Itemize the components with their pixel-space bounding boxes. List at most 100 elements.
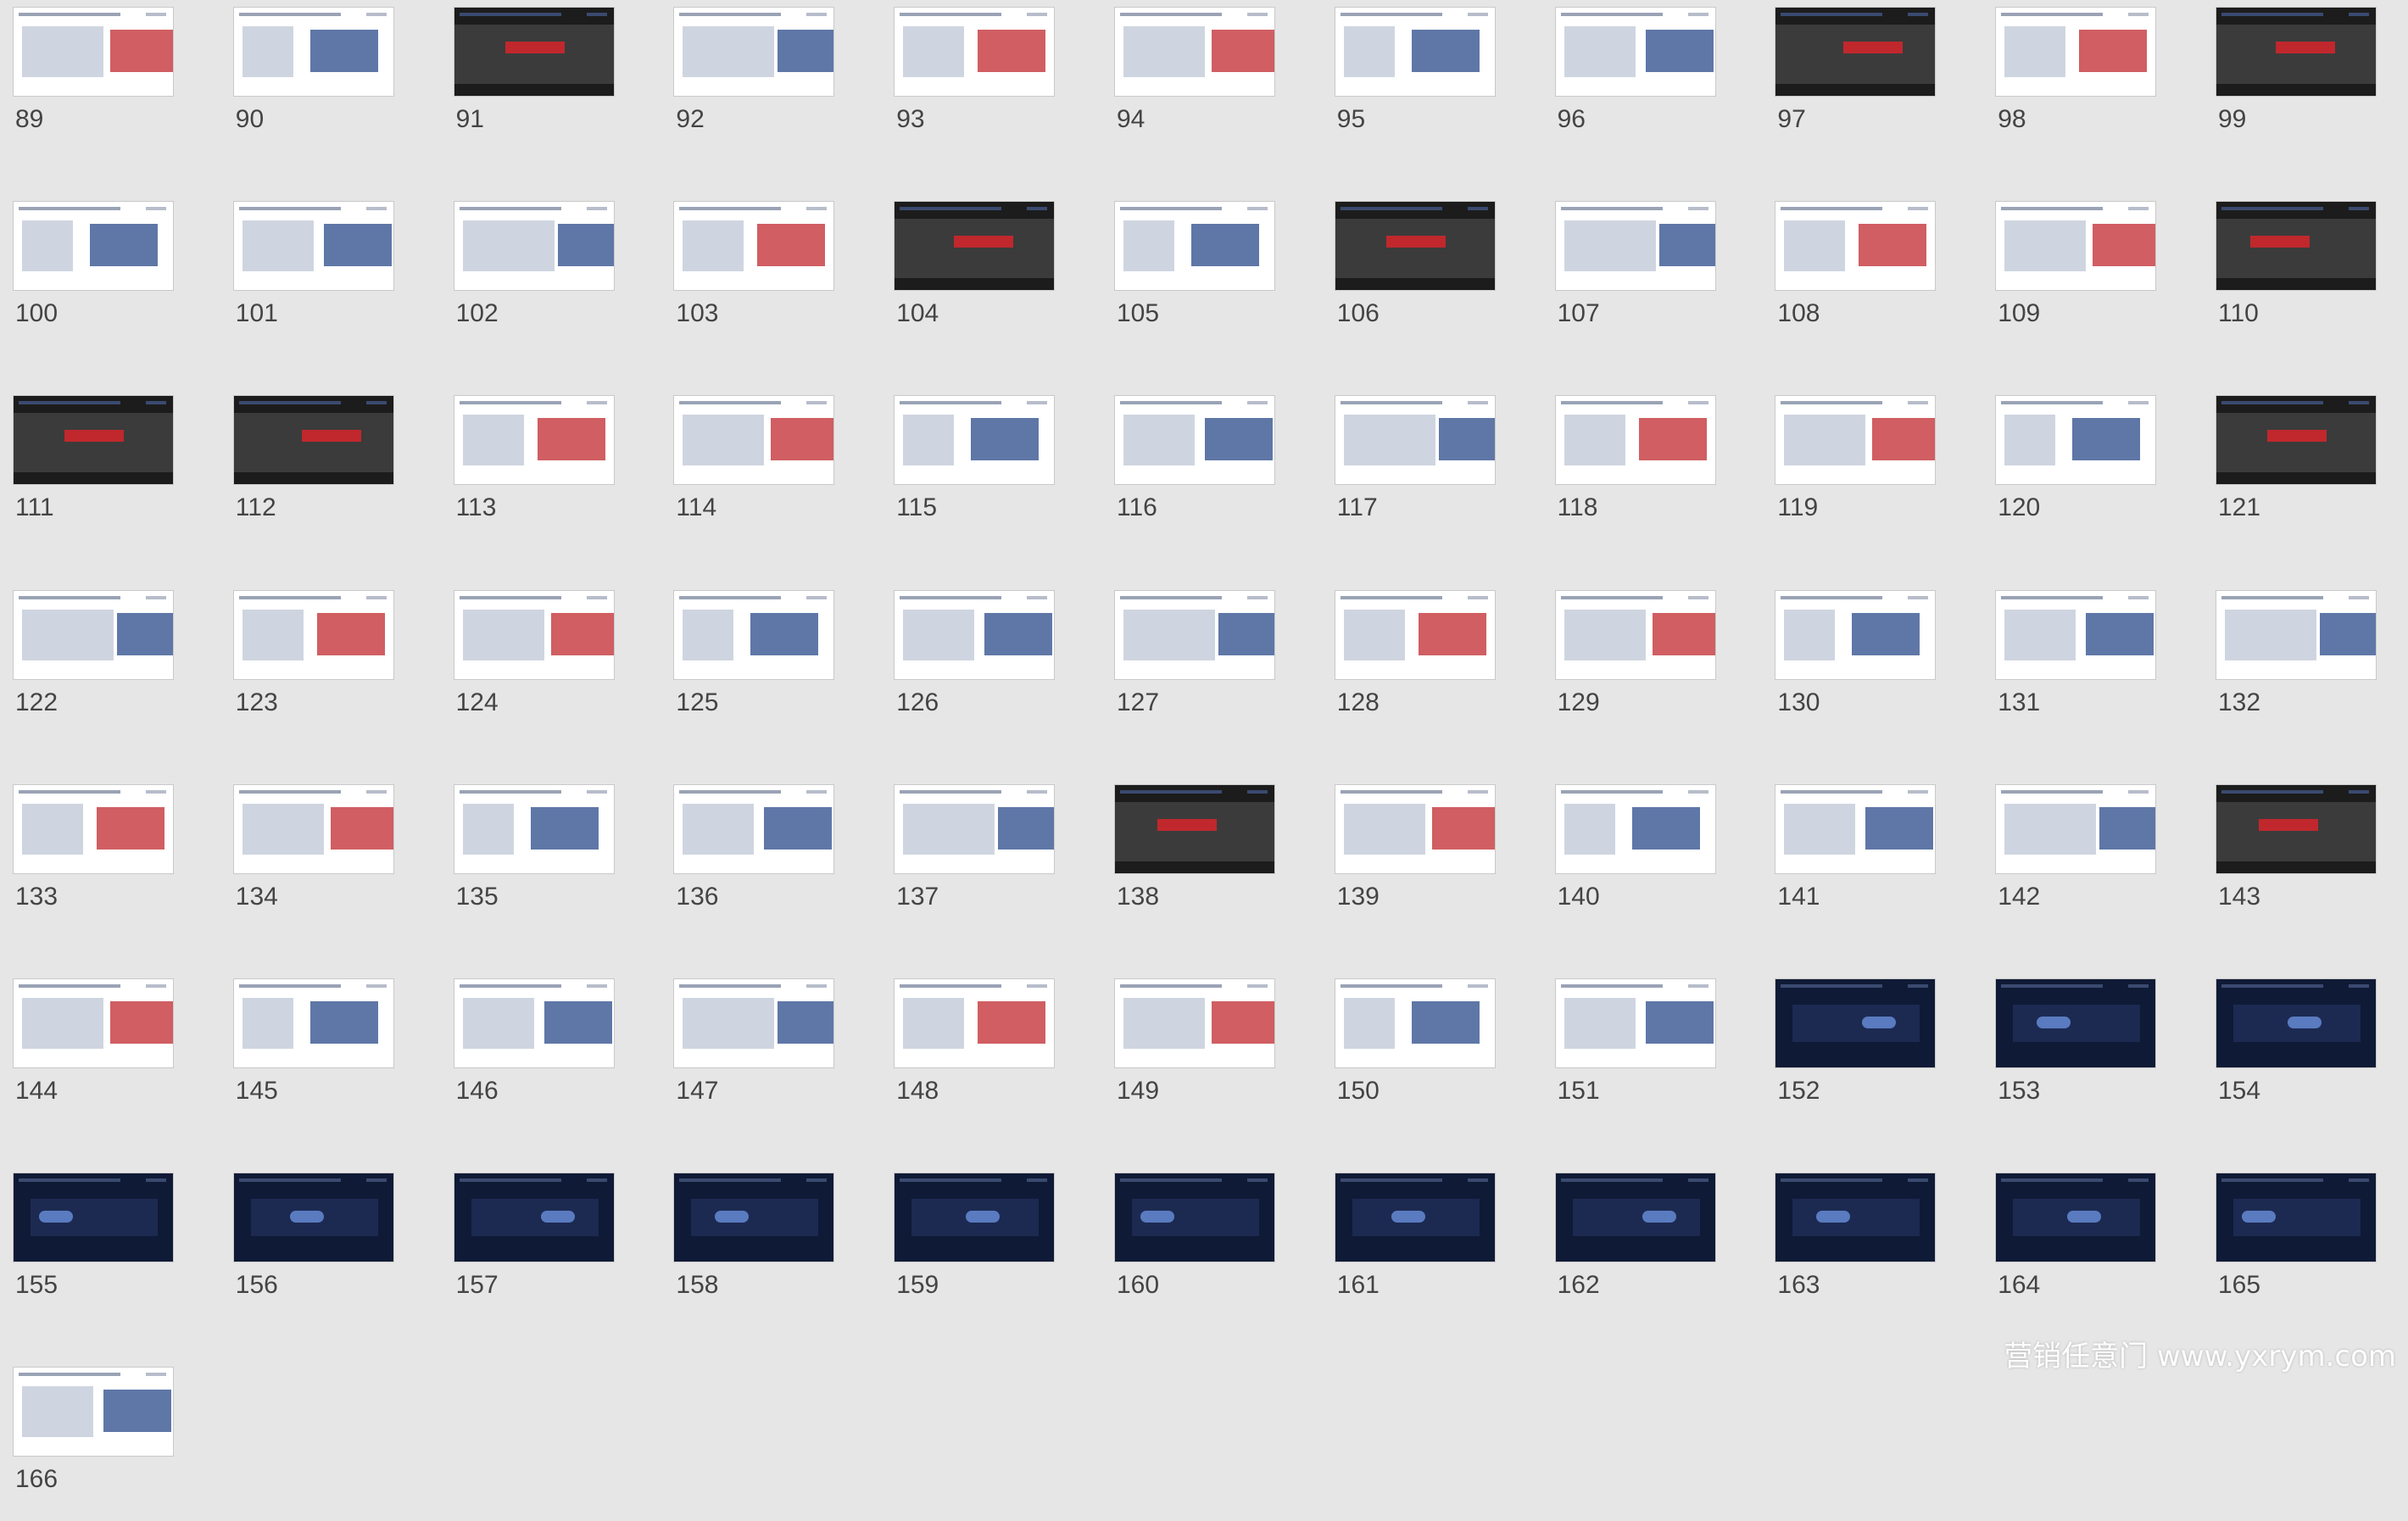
slide-thumbnail-135[interactable]: 135 [432, 777, 615, 939]
slide-thumbnail-145[interactable]: 145 [212, 972, 394, 1133]
slide-thumbnail-111[interactable]: 111 [0, 388, 174, 549]
slide-preview [894, 201, 1056, 292]
slide-preview [1995, 783, 2157, 874]
slide-number: 136 [676, 882, 719, 911]
slide-thumbnail-162[interactable]: 162 [1534, 1166, 1716, 1327]
slide-preview [13, 1367, 174, 1457]
slide-number: 149 [1117, 1077, 1160, 1105]
slide-thumbnail-165[interactable]: 165 [2194, 1166, 2377, 1327]
slide-thumbnail-122[interactable]: 122 [0, 583, 174, 744]
slide-number: 164 [1998, 1271, 2041, 1300]
slide-thumbnail-140[interactable]: 140 [1534, 777, 1716, 939]
slide-thumbnail-130[interactable]: 130 [1753, 583, 1937, 744]
slide-thumbnail-134[interactable]: 134 [212, 777, 394, 939]
slide-thumbnail-123[interactable]: 123 [212, 583, 394, 744]
slide-thumbnail-150[interactable]: 150 [1313, 972, 1496, 1133]
slide-preview [232, 201, 394, 292]
slide-thumbnail-149[interactable]: 149 [1093, 972, 1275, 1133]
slide-thumbnail-91[interactable]: 91 [432, 0, 615, 161]
slide-thumbnail-156[interactable]: 156 [212, 1166, 394, 1327]
slide-thumbnail-97[interactable]: 97 [1753, 0, 1937, 161]
slide-thumbnail-158[interactable]: 158 [652, 1166, 835, 1327]
slide-number: 154 [2218, 1077, 2261, 1105]
slide-number: 98 [1998, 105, 2026, 133]
slide-thumbnail-120[interactable]: 120 [1974, 388, 2157, 549]
slide-thumbnail-127[interactable]: 127 [1093, 583, 1275, 744]
slide-thumbnail-163[interactable]: 163 [1753, 1166, 1937, 1327]
slide-thumbnail-133[interactable]: 133 [0, 777, 174, 939]
slide-thumbnail-155[interactable]: 155 [0, 1166, 174, 1327]
slide-thumbnail-143[interactable]: 143 [2194, 777, 2377, 939]
slide-thumbnail-160[interactable]: 160 [1093, 1166, 1275, 1327]
slide-thumbnail-95[interactable]: 95 [1313, 0, 1496, 161]
slide-thumbnail-125[interactable]: 125 [652, 583, 835, 744]
slide-thumbnail-129[interactable]: 129 [1534, 583, 1716, 744]
slide-thumbnail-108[interactable]: 108 [1753, 194, 1937, 355]
slide-thumbnail-124[interactable]: 124 [432, 583, 615, 744]
slide-thumbnail-92[interactable]: 92 [652, 0, 835, 161]
slide-thumbnail-115[interactable]: 115 [872, 388, 1056, 549]
slide-thumbnail-114[interactable]: 114 [652, 388, 835, 549]
slide-thumbnail-139[interactable]: 139 [1313, 777, 1496, 939]
slide-thumbnail-89[interactable]: 89 [0, 0, 174, 161]
slide-thumbnail-128[interactable]: 128 [1313, 583, 1496, 744]
slide-thumbnail-94[interactable]: 94 [1093, 0, 1275, 161]
slide-thumbnail-109[interactable]: 109 [1974, 194, 2157, 355]
slide-thumbnail-152[interactable]: 152 [1753, 972, 1937, 1133]
slide-thumbnail-93[interactable]: 93 [872, 0, 1056, 161]
slide-thumbnail-121[interactable]: 121 [2194, 388, 2377, 549]
slide-thumbnail-141[interactable]: 141 [1753, 777, 1937, 939]
slide-thumbnail-148[interactable]: 148 [872, 972, 1056, 1133]
slide-thumbnail-100[interactable]: 100 [0, 194, 174, 355]
slide-preview [1775, 395, 1937, 486]
slide-thumbnail-154[interactable]: 154 [2194, 972, 2377, 1133]
slide-preview [1334, 783, 1496, 874]
slide-number: 141 [1777, 882, 1820, 911]
slide-thumbnail-136[interactable]: 136 [652, 777, 835, 939]
slide-preview [1995, 1173, 2157, 1263]
slide-thumbnail-101[interactable]: 101 [212, 194, 394, 355]
slide-thumbnail-104[interactable]: 104 [872, 194, 1056, 355]
slide-thumbnail-166[interactable]: 166 [0, 1360, 174, 1521]
slide-thumbnail-116[interactable]: 116 [1093, 388, 1275, 549]
slide-thumbnail-119[interactable]: 119 [1753, 388, 1937, 549]
slide-thumbnail-99[interactable]: 99 [2194, 0, 2377, 161]
slide-thumbnail-159[interactable]: 159 [872, 1166, 1056, 1327]
slide-thumbnail-153[interactable]: 153 [1974, 972, 2157, 1133]
slide-thumbnail-102[interactable]: 102 [432, 194, 615, 355]
slide-thumbnail-138[interactable]: 138 [1093, 777, 1275, 939]
slide-thumbnail-103[interactable]: 103 [652, 194, 835, 355]
slide-thumbnail-98[interactable]: 98 [1974, 0, 2157, 161]
slide-thumbnail-137[interactable]: 137 [872, 777, 1056, 939]
slide-thumbnail-107[interactable]: 107 [1534, 194, 1716, 355]
slide-thumbnail-110[interactable]: 110 [2194, 194, 2377, 355]
slide-thumbnail-132[interactable]: 132 [2194, 583, 2377, 744]
slide-thumbnail-146[interactable]: 146 [432, 972, 615, 1133]
slide-thumbnail-151[interactable]: 151 [1534, 972, 1716, 1133]
slide-thumbnail-113[interactable]: 113 [432, 388, 615, 549]
slide-thumbnail-142[interactable]: 142 [1974, 777, 2157, 939]
slide-preview [1775, 201, 1937, 292]
slide-thumbnail-164[interactable]: 164 [1974, 1166, 2157, 1327]
slide-number: 163 [1777, 1271, 1820, 1300]
slide-preview [453, 7, 615, 97]
slide-thumbnail-157[interactable]: 157 [432, 1166, 615, 1327]
slide-preview [2216, 589, 2377, 680]
slide-thumbnail-105[interactable]: 105 [1093, 194, 1275, 355]
slide-thumbnail-90[interactable]: 90 [212, 0, 394, 161]
slide-thumbnail-131[interactable]: 131 [1974, 583, 2157, 744]
slide-number: 89 [15, 105, 44, 133]
slide-thumbnail-126[interactable]: 126 [872, 583, 1056, 744]
slide-thumbnail-147[interactable]: 147 [652, 972, 835, 1133]
slide-preview [13, 1173, 174, 1263]
slide-preview [1995, 395, 2157, 486]
slide-thumbnail-112[interactable]: 112 [212, 388, 394, 549]
slide-thumbnail-161[interactable]: 161 [1313, 1166, 1496, 1327]
slide-thumbnail-117[interactable]: 117 [1313, 388, 1496, 549]
slide-thumbnail-118[interactable]: 118 [1534, 388, 1716, 549]
slide-preview [1554, 589, 1716, 680]
slide-thumbnail-106[interactable]: 106 [1313, 194, 1496, 355]
slide-number: 146 [455, 1077, 499, 1105]
slide-thumbnail-96[interactable]: 96 [1534, 0, 1716, 161]
slide-thumbnail-144[interactable]: 144 [0, 972, 174, 1133]
